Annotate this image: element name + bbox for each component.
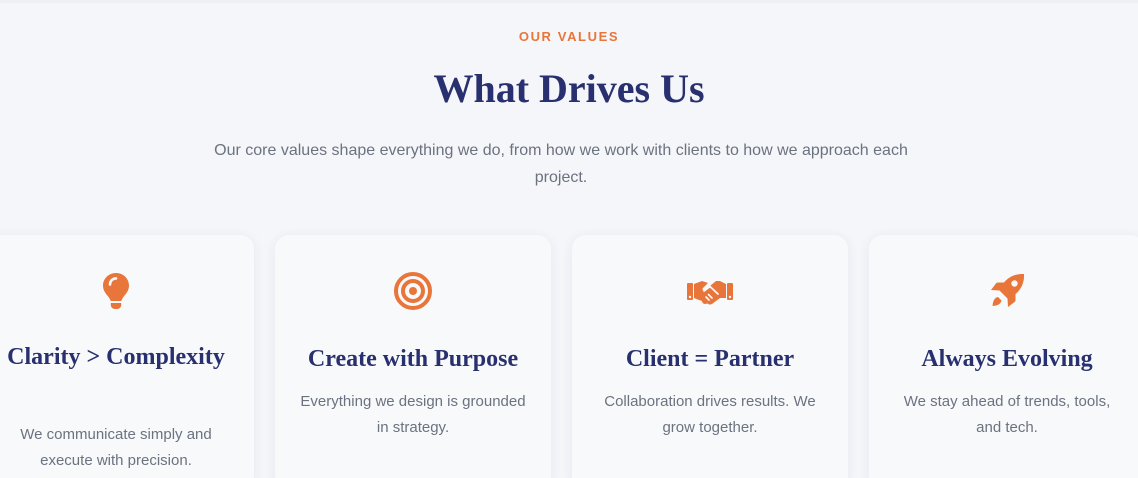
value-card-clarity: Clarity > Complexity We communicate simp…	[0, 235, 254, 478]
card-title: Always Evolving	[921, 346, 1093, 372]
value-card-purpose: Create with Purpose Everything we design…	[275, 235, 551, 478]
section-eyebrow: OUR VALUES	[518, 29, 620, 44]
card-description: We stay ahead of trends, tools, and tech…	[903, 393, 1111, 436]
target-icon	[275, 271, 551, 311]
value-card-partner: Client = Partner Collaboration drives re…	[572, 235, 848, 478]
section-title: What Drives Us	[433, 66, 705, 111]
card-title: Create with Purpose	[307, 346, 519, 372]
handshake-icon	[572, 271, 848, 311]
card-description: Collaboration drives results. We grow to…	[604, 393, 816, 436]
card-description: We communicate simply and execute with p…	[20, 426, 212, 469]
card-title: Clarity > Complexity	[7, 344, 225, 370]
section-subtitle: Our core values shape everything we do, …	[214, 142, 908, 186]
rocket-icon	[869, 271, 1138, 311]
card-description: Everything we design is grounded in stra…	[300, 393, 526, 436]
lightbulb-icon	[0, 271, 254, 311]
values-section: OUR VALUES What Drives Us Our core value…	[0, 0, 1138, 478]
value-card-evolving: Always Evolving We stay ahead of trends,…	[869, 235, 1138, 478]
card-title: Client = Partner	[625, 346, 795, 372]
